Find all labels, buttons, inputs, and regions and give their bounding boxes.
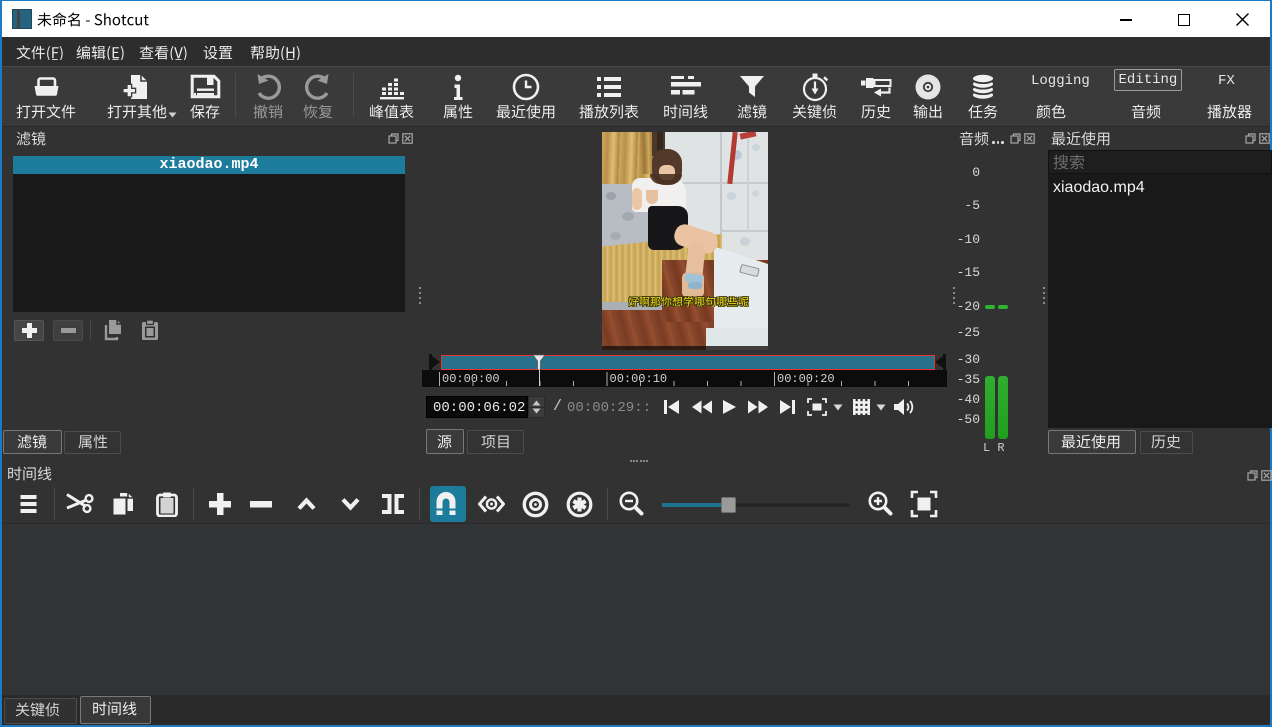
svg-text:00:00:20: 00:00:20 xyxy=(777,372,835,386)
svg-text:00:00:10: 00:00:10 xyxy=(610,372,668,386)
svg-text:00:00:00: 00:00:00 xyxy=(442,372,500,386)
